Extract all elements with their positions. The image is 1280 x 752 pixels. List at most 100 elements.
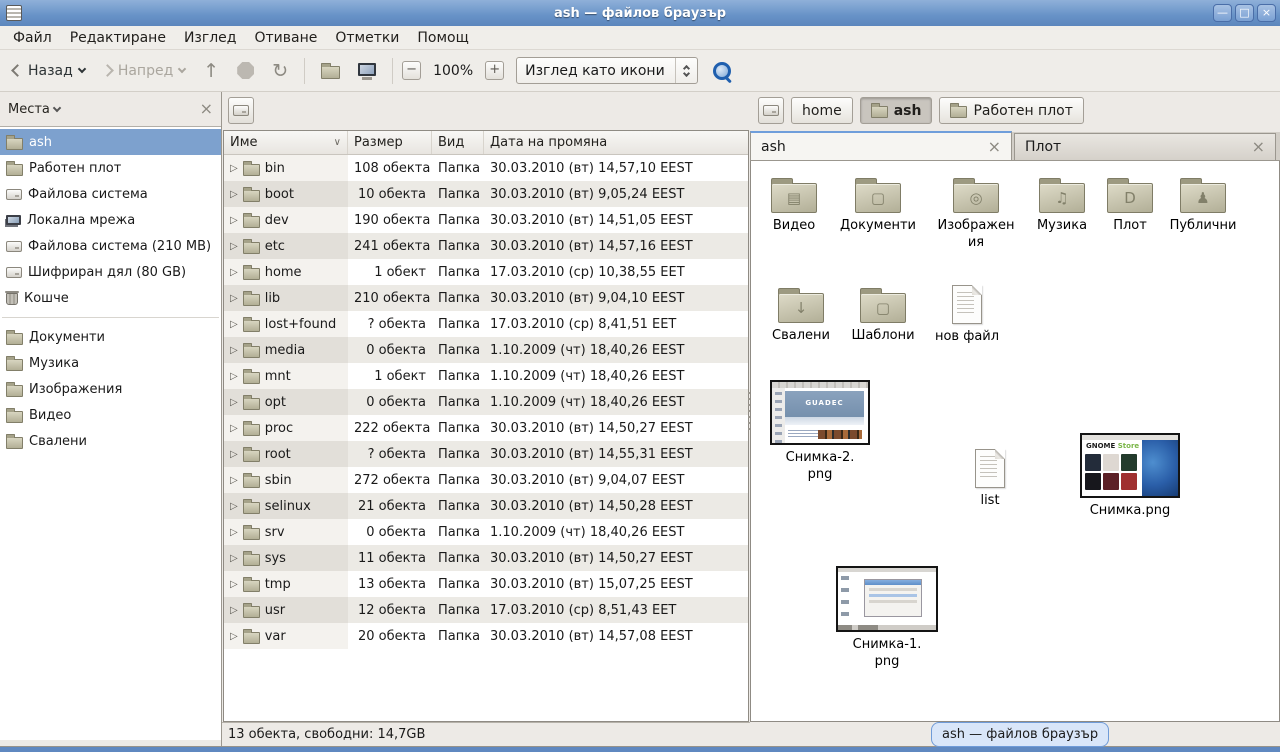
table-row[interactable]: ▷ lost+found ? обекта Папка 17.03.2010 (… [224,311,748,337]
image-item[interactable]: Снимка-1. png [835,566,939,670]
table-row[interactable]: ▷ sbin 272 обекта Папка 30.03.2010 (вт) … [224,467,748,493]
folder-item[interactable]: D Плот [1088,175,1172,234]
expander-icon[interactable]: ▷ [230,397,238,408]
folder-item[interactable]: ▢ Документи [836,175,920,234]
file-item[interactable]: нов файл [925,283,1009,345]
folder-item[interactable]: ↓ Свалени [759,285,843,344]
table-row[interactable]: ▷ home 1 обект Папка 17.03.2010 (ср) 10,… [224,259,748,285]
sidebar-close-icon[interactable]: × [200,102,213,116]
menu-item[interactable]: Редактиране [61,27,175,49]
expander-icon[interactable]: ▷ [230,241,238,252]
menu-item[interactable]: Отметки [326,27,408,49]
reload-button[interactable]: ↻ [265,56,295,86]
zoom-in-button[interactable]: + [485,61,504,80]
table-row[interactable]: ▷ media 0 обекта Папка 1.10.2009 (чт) 18… [224,337,748,363]
image-item[interactable]: GUADEC Снимка-2. png [768,380,872,483]
tab-close-icon[interactable]: × [988,141,1001,153]
taskbar-window-hint[interactable]: ash — файлов браузър [931,722,1109,747]
chevron-down-icon[interactable] [53,104,61,112]
expander-icon[interactable]: ▷ [230,631,238,642]
sidebar-item[interactable]: Кошче [0,285,221,311]
breadcrumb-button[interactable]: home [791,97,853,124]
folder-item[interactable]: ◎ Изображен ия [934,175,1018,251]
table-row[interactable]: ▷ opt 0 обекта Папка 1.10.2009 (чт) 18,4… [224,389,748,415]
table-row[interactable]: ▷ srv 0 обекта Папка 1.10.2009 (чт) 18,4… [224,519,748,545]
sidebar-item[interactable]: Локална мрежа [0,207,221,233]
expander-icon[interactable]: ▷ [230,163,238,174]
sidebar-item[interactable]: Файлова система (210 MB) [0,233,221,259]
table-row[interactable]: ▷ var 20 обекта Папка 30.03.2010 (вт) 14… [224,623,748,649]
expander-icon[interactable]: ▷ [230,527,238,538]
folder-item[interactable]: ♟ Публични [1161,175,1245,234]
maximize-button[interactable]: □ [1235,4,1254,22]
table-row[interactable]: ▷ dev 190 обекта Папка 30.03.2010 (вт) 1… [224,207,748,233]
sidebar-item[interactable]: Изображения [0,376,221,402]
sidebar-item[interactable]: ash [0,129,221,155]
column-header-type[interactable]: Вид [432,131,484,154]
expander-icon[interactable]: ▷ [230,423,238,434]
menu-item[interactable]: Файл [4,27,61,49]
expander-icon[interactable]: ▷ [230,267,238,278]
back-history-chevron-icon[interactable] [78,65,86,73]
breadcrumb-button[interactable]: ash [860,97,933,124]
table-row[interactable]: ▷ lib 210 обекта Папка 30.03.2010 (вт) 9… [224,285,748,311]
combo-spinner-icon[interactable] [675,58,697,83]
expander-icon[interactable]: ▷ [230,501,238,512]
table-row[interactable]: ▷ proc 222 обекта Папка 30.03.2010 (вт) … [224,415,748,441]
expander-icon[interactable]: ▷ [230,345,238,356]
up-button[interactable]: ↑ [196,56,226,86]
folder-item[interactable]: ▤ Видео [752,175,836,234]
close-button[interactable]: × [1257,4,1276,22]
search-icon[interactable] [712,61,732,81]
forward-button[interactable]: Напред [96,58,192,84]
view-mode-select[interactable]: Изглед като икони [516,57,698,84]
zoom-out-button[interactable]: − [402,61,421,80]
expander-icon[interactable]: ▷ [230,553,238,564]
expander-icon[interactable]: ▷ [230,293,238,304]
menu-item[interactable]: Изглед [175,27,246,49]
table-row[interactable]: ▷ root ? обекта Папка 30.03.2010 (вт) 14… [224,441,748,467]
file-item[interactable]: list [948,447,1032,509]
tab-close-icon[interactable]: × [1252,141,1265,153]
table-row[interactable]: ▷ boot 10 обекта Папка 30.03.2010 (вт) 9… [224,181,748,207]
expander-icon[interactable]: ▷ [230,215,238,226]
sidebar-item[interactable]: Шифриран дял (80 GB) [0,259,221,285]
sidebar-item[interactable]: Документи [0,324,221,350]
sidebar-item[interactable]: Видео [0,402,221,428]
expander-icon[interactable]: ▷ [230,449,238,460]
expander-icon[interactable]: ▷ [230,371,238,382]
column-header-date[interactable]: Дата на промяна [484,131,748,154]
table-row[interactable]: ▷ mnt 1 обект Папка 1.10.2009 (чт) 18,40… [224,363,748,389]
table-row[interactable]: ▷ etc 241 обекта Папка 30.03.2010 (вт) 1… [224,233,748,259]
table-row[interactable]: ▷ bin 108 обекта Папка 30.03.2010 (вт) 1… [224,155,748,181]
stop-button[interactable] [230,57,261,84]
menu-item[interactable]: Помощ [408,27,477,49]
root-location-button[interactable] [228,97,254,124]
expander-icon[interactable]: ▷ [230,189,238,200]
table-row[interactable]: ▷ usr 12 обекта Папка 17.03.2010 (ср) 8,… [224,597,748,623]
menu-item[interactable]: Отиване [245,27,326,49]
tab[interactable]: Плот × [1014,133,1276,160]
expander-icon[interactable]: ▷ [230,319,238,330]
minimize-button[interactable]: — [1213,4,1232,22]
sidebar-item[interactable]: Музика [0,350,221,376]
expander-icon[interactable]: ▷ [230,579,238,590]
breadcrumb-button[interactable]: Работен плот [939,97,1083,124]
back-button[interactable]: Назад [6,58,92,84]
image-item[interactable]: GNOME Store Снимка.png [1078,433,1182,519]
sidebar-item[interactable]: Файлова система [0,181,221,207]
root-location-button[interactable] [758,97,784,124]
sidebar-title[interactable]: Места [8,102,50,117]
table-row[interactable]: ▷ sys 11 обекта Папка 30.03.2010 (вт) 14… [224,545,748,571]
folder-item[interactable]: ▢ Шаблони [841,285,925,344]
column-header-size[interactable]: Размер [348,131,432,154]
tab[interactable]: ash × [750,131,1012,160]
expander-icon[interactable]: ▷ [230,475,238,486]
sidebar-item[interactable]: Свалени [0,428,221,454]
table-row[interactable]: ▷ selinux 21 обекта Папка 30.03.2010 (вт… [224,493,748,519]
column-header-name[interactable]: Име ∨ [224,131,348,154]
sidebar-item[interactable]: Работен плот [0,155,221,181]
table-row[interactable]: ▷ tmp 13 обекта Папка 30.03.2010 (вт) 15… [224,571,748,597]
home-button[interactable] [314,57,347,84]
computer-button[interactable] [351,60,383,81]
